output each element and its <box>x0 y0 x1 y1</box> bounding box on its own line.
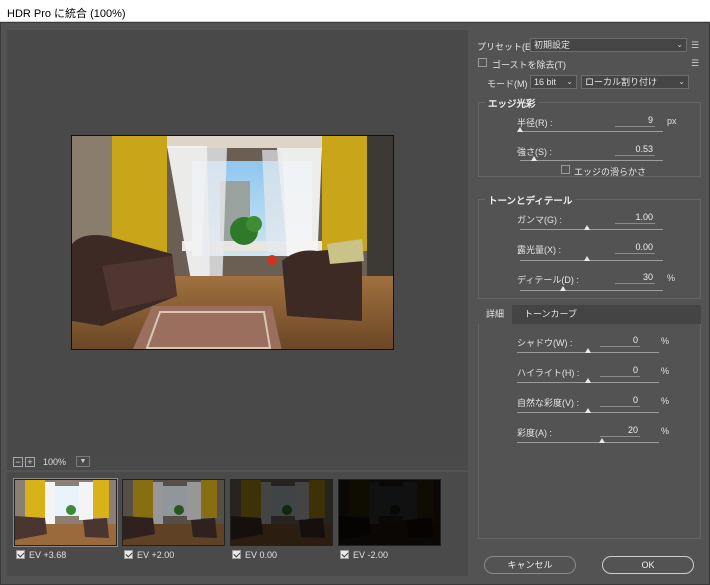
thumbnail-ev-minus-2-00[interactable] <box>338 479 441 546</box>
highlight-field[interactable]: 0 <box>600 364 640 377</box>
highlight-label: ハイライト(H) : <box>517 368 580 378</box>
smooth-edges-label: エッジの滑らかさ <box>574 167 647 177</box>
strength-slider-track[interactable] <box>520 160 663 161</box>
highlight-slider-thumb[interactable] <box>585 378 591 383</box>
shadow-slider-thumb[interactable] <box>585 348 591 353</box>
cancel-button[interactable]: キャンセル <box>484 556 576 574</box>
chevron-down-icon: ⌄ <box>676 40 683 49</box>
saturation-slider-thumb[interactable] <box>599 438 606 443</box>
radius-unit: px <box>667 116 677 126</box>
radius-field[interactable]: 9 <box>615 114 655 127</box>
preset-select[interactable]: 初期設定 ⌄ <box>530 38 687 52</box>
zoom-in-button[interactable]: + <box>25 457 35 467</box>
zoom-dropdown-icon[interactable]: ▼ <box>76 456 90 467</box>
tab-tone-curve[interactable]: トーンカーブ <box>516 305 585 324</box>
tone-detail-group <box>478 199 701 299</box>
ok-button[interactable]: OK <box>602 556 694 574</box>
shadow-label: シャドウ(W) : <box>517 338 573 348</box>
panel-menu-icon[interactable]: ☰ <box>691 59 701 68</box>
mode-label: モード(M) : <box>487 79 533 89</box>
chevron-down-icon: ⌄ <box>566 77 573 86</box>
window-title: HDR Pro に統合 (100%) <box>7 8 126 20</box>
thumbnail-ev-plus-3-68[interactable] <box>13 478 118 547</box>
ghost-removal-checkbox[interactable] <box>478 58 487 67</box>
saturation-slider-track[interactable] <box>517 442 659 443</box>
method-select[interactable]: ローカル割り付け ⌄ <box>581 75 689 89</box>
preset-menu-icon[interactable]: ☰ <box>691 41 701 50</box>
thumbnail-ev-0-00[interactable] <box>230 479 333 546</box>
thumbnail-checkbox[interactable]: EV +2.00 <box>124 550 174 562</box>
thumbnail-ev-plus-2-00[interactable] <box>122 479 225 546</box>
radius-slider-thumb[interactable] <box>517 127 523 132</box>
exposure-label: 露光量(X) : <box>517 245 561 255</box>
vibrance-field[interactable]: 0 <box>600 394 640 407</box>
title-bar: HDR Pro に統合 (100%) <box>0 0 710 22</box>
exposure-field[interactable]: 0.00 <box>615 241 655 254</box>
gamma-slider-thumb[interactable] <box>584 225 591 230</box>
vibrance-label: 自然な彩度(V) : <box>517 398 579 408</box>
thumbnail-checkbox[interactable]: EV -2.00 <box>340 550 388 562</box>
source-filmstrip: EV +3.68 EV +2.00 EV 0.00 EV -2.00 <box>7 472 468 576</box>
vibrance-unit: % <box>661 396 670 406</box>
gamma-label: ガンマ(G) : <box>517 215 562 225</box>
smooth-edges-checkbox[interactable] <box>561 165 570 174</box>
tab-advanced[interactable]: 詳細 <box>478 305 513 324</box>
zoom-out-button[interactable]: − <box>13 457 23 467</box>
detail-field[interactable]: 30 <box>615 271 655 284</box>
detail-unit: % <box>667 273 676 283</box>
room-photo-icon <box>72 136 393 349</box>
saturation-field[interactable]: 20 <box>600 424 640 437</box>
thumbnail-checkbox[interactable]: EV +3.68 <box>16 550 66 562</box>
zoom-level: 100% <box>43 457 67 467</box>
highlight-unit: % <box>661 366 670 376</box>
checkbox-checked-icon <box>124 550 133 559</box>
exposure-slider-thumb[interactable] <box>584 256 591 261</box>
checkbox-checked-icon <box>232 550 241 559</box>
gamma-slider-track[interactable] <box>520 229 663 230</box>
strength-slider-thumb[interactable] <box>531 156 538 161</box>
bit-depth-select[interactable]: 16 bit ⌄ <box>530 75 577 89</box>
chevron-down-icon: ⌄ <box>678 77 685 86</box>
detail-slider-thumb[interactable] <box>559 286 566 291</box>
tone-detail-title: トーンとディテール <box>485 193 576 207</box>
edge-glow-title: エッジ光彩 <box>485 96 539 110</box>
saturation-unit: % <box>661 426 670 436</box>
gamma-field[interactable]: 1.00 <box>615 211 655 224</box>
checkbox-checked-icon <box>16 550 25 559</box>
hdr-preview-image <box>71 135 394 350</box>
shadow-field[interactable]: 0 <box>600 334 640 347</box>
zoom-bar: − + 100% ▼ <box>7 455 468 469</box>
thumbnail-checkbox[interactable]: EV 0.00 <box>232 550 277 562</box>
tab-bar: 詳細 トーンカーブ <box>478 305 701 324</box>
shadow-unit: % <box>661 336 670 346</box>
exposure-slider-track[interactable] <box>520 260 663 261</box>
strength-field[interactable]: 0.53 <box>615 143 655 156</box>
vibrance-slider-thumb[interactable] <box>585 408 591 413</box>
preview-area[interactable] <box>7 30 468 470</box>
detail-slider-track[interactable] <box>520 290 663 291</box>
radius-slider-track[interactable] <box>520 131 663 132</box>
saturation-label: 彩度(A) : <box>517 428 552 438</box>
dialog-window: − + 100% ▼ EV +3.68 EV +2.00 EV 0.00 EV … <box>0 22 710 585</box>
ghost-removal-label: ゴーストを除去(T) <box>492 60 567 70</box>
checkbox-checked-icon <box>340 550 349 559</box>
detail-label: ディテール(D) : <box>517 275 579 285</box>
